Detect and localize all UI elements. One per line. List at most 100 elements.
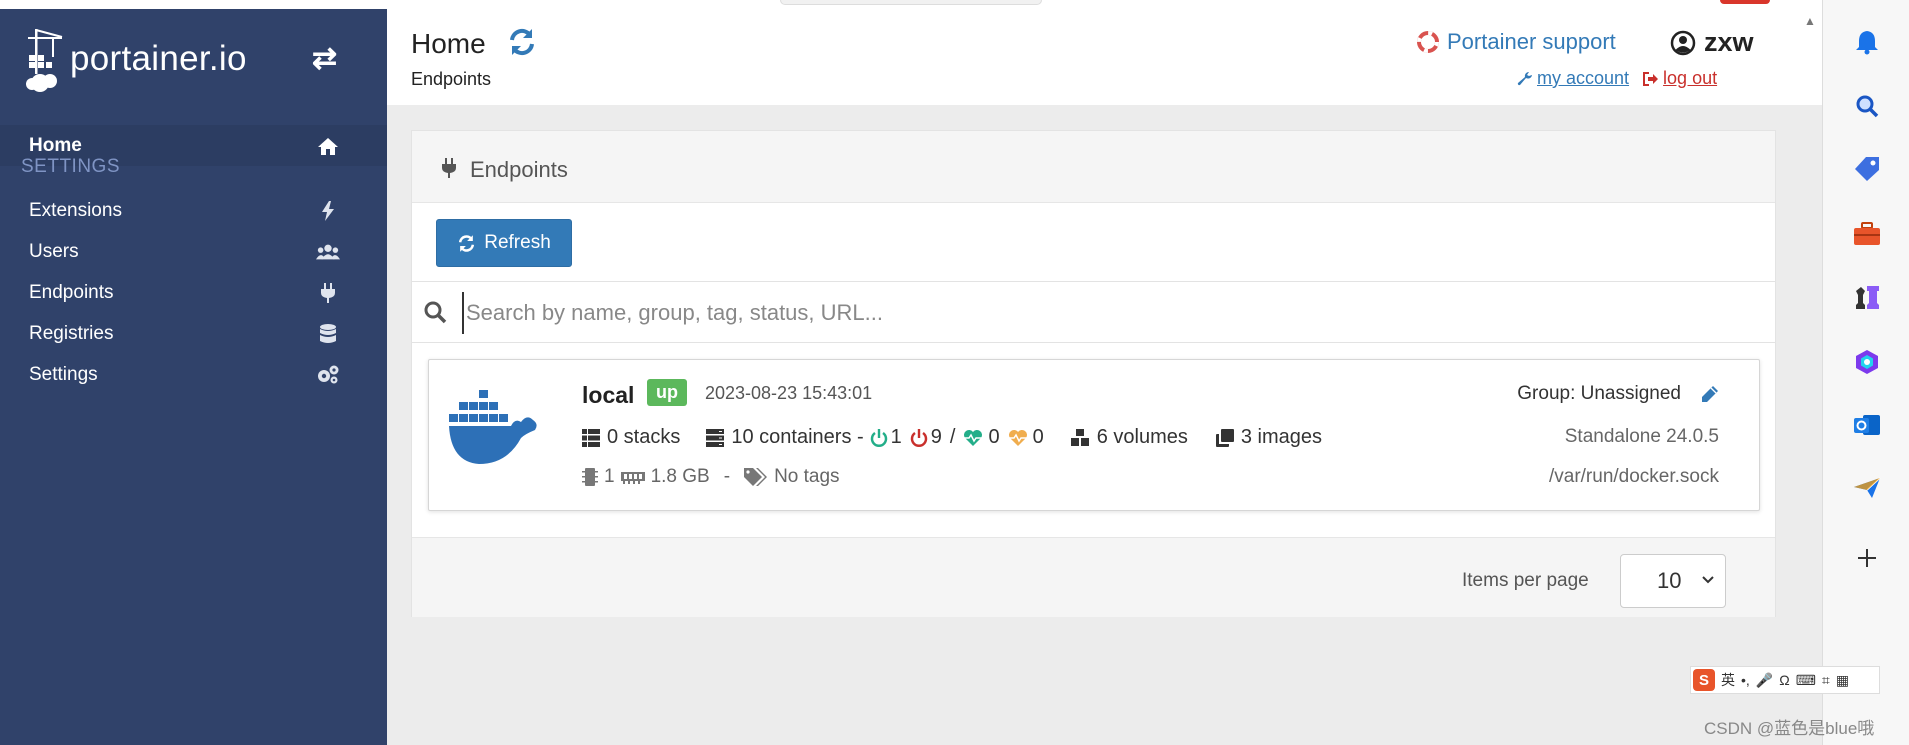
pencil-icon[interactable] [1701, 385, 1719, 403]
separator-slash: / [949, 426, 956, 448]
cubes-icon [1070, 428, 1089, 446]
grid-icon: ▦ [1835, 671, 1850, 688]
running-stat: 1 [870, 426, 902, 449]
sidebar-item-label: Extensions [29, 199, 122, 221]
portainer-crane-icon [26, 29, 63, 92]
stopped-count: 9 [930, 426, 942, 448]
breadcrumb: Endpoints [411, 69, 492, 89]
chess-icon[interactable] [1853, 283, 1881, 311]
panel-header: Endpoints [412, 131, 1775, 203]
healthy-count: 0 [988, 426, 1000, 448]
endpoint-type: Standalone 24.0.5 [1564, 426, 1719, 447]
send-icon[interactable] [1853, 474, 1881, 502]
images-stat: 3 images [1215, 426, 1323, 449]
wrench-icon [1517, 71, 1532, 85]
items-per-page-select[interactable]: 10 [1620, 554, 1726, 608]
users-icon [316, 240, 340, 264]
plug-icon [442, 157, 456, 184]
my-account-label: my account [1537, 68, 1630, 88]
running-count: 1 [890, 426, 902, 448]
endpoint-card[interactable]: local up 2023-08-23 15:43:01 0 stacks 10… [428, 359, 1760, 511]
tags-icon [744, 468, 768, 486]
endpoint-name[interactable]: local [582, 382, 634, 409]
server-icon [706, 428, 725, 447]
punctuation-icon: •, [1741, 672, 1750, 688]
copilot-icon[interactable] [1853, 348, 1881, 376]
omega-icon: Ω [1779, 672, 1790, 688]
heartbeat-icon [964, 429, 983, 446]
cogs-icon [316, 363, 340, 387]
user-circle-icon [1670, 30, 1696, 55]
stacks-stat: 0 stacks [582, 426, 680, 449]
logo-text: portainer.io [70, 39, 247, 78]
endpoint-timestamp: 2023-08-23 15:43:01 [705, 383, 873, 403]
containers-count: 10 containers - [731, 426, 864, 448]
sidebar-item-extensions[interactable]: Extensions [0, 190, 387, 231]
unhealthy-count: 0 [1032, 426, 1044, 448]
tag-icon[interactable] [1853, 155, 1881, 183]
microchip-icon [582, 468, 598, 486]
ime-toolbar[interactable]: S 英 •, 🎤 Ω ⌨ ⌗ ▦ [1690, 666, 1880, 694]
browser-tab[interactable] [780, 0, 1042, 5]
meta-separator: - [723, 466, 731, 487]
memory-size: 1.8 GB [650, 466, 710, 487]
endpoint-stats: 0 stacks 10 containers - 1 9 / 0 0 6 vol… [582, 426, 1322, 449]
panel-title: Endpoints [470, 157, 568, 182]
refresh-label: Refresh [484, 232, 551, 253]
browser-sidebar [1822, 0, 1909, 745]
search-icon[interactable] [1853, 92, 1881, 120]
status-badge: up [647, 379, 687, 406]
username: zxw [1704, 27, 1754, 57]
page-title: Home [411, 28, 486, 59]
power-off-icon [910, 428, 928, 447]
sidebar-item-label: Registries [29, 322, 114, 344]
docker-whale-icon [449, 388, 541, 471]
database-icon [316, 322, 340, 346]
sign-out-icon [1643, 71, 1659, 86]
plug-icon [316, 281, 340, 305]
account-links: my account log out [1517, 68, 1717, 89]
sidebar: portainer.io ⇄ Home SETTINGS Extensions … [0, 9, 387, 745]
crop-icon: ⌗ [1821, 671, 1830, 688]
stopped-stat: 9 [910, 426, 942, 449]
chevron-down-icon [1701, 569, 1715, 597]
endpoint-group: Group: Unassigned [1517, 383, 1719, 405]
sidebar-item-endpoints[interactable]: Endpoints [0, 272, 387, 313]
images-count: 3 images [1240, 426, 1323, 448]
sidebar-item-registries[interactable]: Registries [0, 313, 387, 354]
microphone-icon: 🎤 [1755, 671, 1774, 688]
stacks-count: 0 stacks [607, 426, 681, 448]
toggle-sidebar-icon[interactable]: ⇄ [312, 41, 337, 76]
sidebar-item-users[interactable]: Users [0, 231, 387, 272]
scroll-up-arrow[interactable]: ▲ [1804, 14, 1816, 28]
unhealthy-stat: 0 [1008, 426, 1044, 449]
sidebar-item-label: Endpoints [29, 281, 114, 303]
toolbox-icon[interactable] [1853, 220, 1881, 248]
search-icon [423, 300, 447, 329]
browser-close-indicator[interactable] [1720, 0, 1770, 4]
heartbeat-warning-icon [1008, 429, 1027, 446]
volumes-count: 6 volumes [1096, 426, 1188, 448]
my-account-link[interactable]: my account [1517, 68, 1629, 89]
outlook-icon[interactable] [1853, 411, 1881, 439]
sidebar-item-label: Users [29, 240, 79, 262]
search-input[interactable] [462, 292, 1758, 334]
endpoints-panel: Endpoints Refresh local up 2023-08-23 15… [411, 130, 1776, 617]
support-label: Portainer support [1447, 29, 1616, 54]
sidebar-item-settings[interactable]: Settings [0, 354, 387, 395]
page-header: Home Endpoints Portainer support zxw my … [387, 9, 1822, 105]
settings-heading: SETTINGS [21, 156, 121, 177]
memory-icon [620, 472, 645, 484]
sidebar-item-label: Settings [29, 363, 98, 385]
bell-icon[interactable] [1853, 28, 1881, 56]
items-per-page-label: Items per page [1462, 570, 1589, 591]
refresh-page-icon[interactable] [507, 27, 537, 62]
panel-footer: Items per page 10 [412, 537, 1775, 617]
user-menu[interactable]: zxw [1670, 27, 1754, 58]
add-icon[interactable] [1853, 544, 1881, 572]
log-out-link[interactable]: log out [1643, 68, 1717, 89]
endpoint-meta: 1 1.8 GB - No tags [582, 466, 840, 488]
refresh-button[interactable]: Refresh [436, 219, 572, 267]
portainer-support-link[interactable]: Portainer support [1417, 29, 1616, 55]
sogou-icon: S [1693, 669, 1715, 691]
